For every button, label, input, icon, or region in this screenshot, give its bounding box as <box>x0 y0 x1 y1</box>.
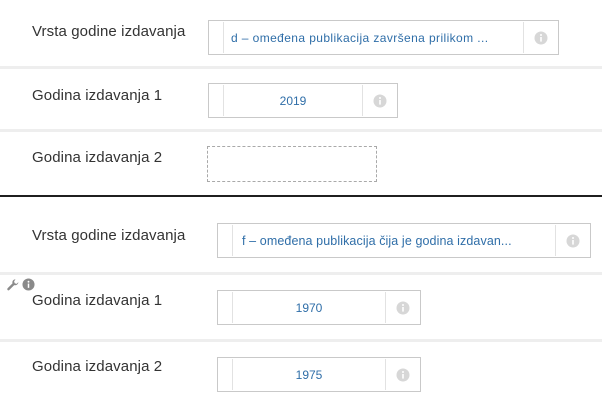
info-icon[interactable] <box>534 31 548 45</box>
row-tool-icons <box>6 278 46 292</box>
panel-top: Vrsta godine izdavanja d – omeđena publi… <box>0 0 602 195</box>
row-separator <box>0 66 602 69</box>
info-icon[interactable] <box>22 278 35 291</box>
vrsta-godine-field[interactable]: f – omeđena publikacija čija je godina i… <box>217 223 591 258</box>
info-icon[interactable] <box>396 301 410 315</box>
vrsta-godine-label: Vrsta godine izdavanja <box>32 227 186 244</box>
godina-2-field-empty[interactable] <box>207 146 377 182</box>
godina-2-value: 1975 <box>295 367 323 382</box>
godina-2-label: Godina izdavanja 2 <box>32 149 163 166</box>
wrench-icon[interactable] <box>6 278 20 292</box>
info-icon[interactable] <box>373 94 387 108</box>
godina-1-field[interactable]: 1970 <box>217 290 421 325</box>
info-icon[interactable] <box>566 234 580 248</box>
vrsta-godine-value: d – omeđena publikacija završena priliko… <box>231 30 489 45</box>
panel-bottom: Vrsta godine izdavanja f – omeđena publi… <box>0 198 602 412</box>
info-icon[interactable] <box>396 368 410 382</box>
panel-divider <box>0 195 602 197</box>
godina-2-field[interactable]: 1975 <box>217 357 421 392</box>
row-separator <box>0 339 602 342</box>
godina-1-value: 2019 <box>279 93 307 108</box>
row-separator <box>0 272 602 275</box>
godina-1-field[interactable]: 2019 <box>208 83 398 118</box>
godina-1-value: 1970 <box>295 300 323 315</box>
godina-2-label: Godina izdavanja 2 <box>32 358 163 375</box>
vrsta-godine-value: f – omeđena publikacija čija je godina i… <box>242 233 512 248</box>
vrsta-godine-field[interactable]: d – omeđena publikacija završena priliko… <box>208 20 559 55</box>
vrsta-godine-label: Vrsta godine izdavanja <box>32 23 186 40</box>
godina-1-label: Godina izdavanja 1 <box>32 292 163 309</box>
godina-1-label: Godina izdavanja 1 <box>32 87 163 104</box>
row-separator <box>0 129 602 132</box>
